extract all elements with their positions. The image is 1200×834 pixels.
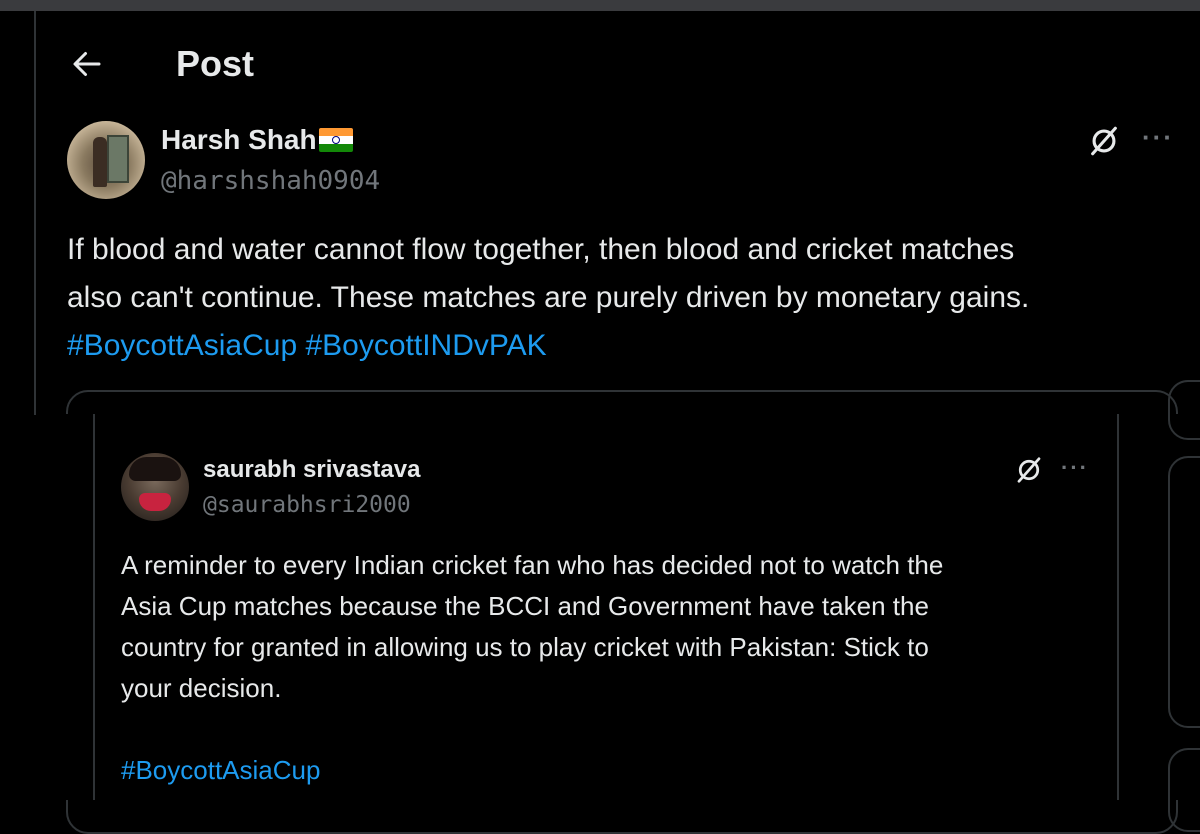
hashtag-link[interactable]: #BoycottAsiaCup — [67, 329, 297, 362]
more-options-icon: ··· — [1061, 455, 1089, 480]
quoted-text-line: your decision. — [121, 673, 282, 703]
avatar-photo-hair — [129, 457, 181, 481]
back-button[interactable] — [66, 43, 108, 85]
post-text-line: also can't continue. These matches are p… — [67, 281, 1030, 314]
avatar-photo-door — [107, 135, 129, 183]
grok-button[interactable] — [1087, 124, 1121, 163]
quoted-post-text: A reminder to every Indian cricket fan w… — [121, 545, 1101, 709]
more-options-icon: ··· — [1142, 122, 1174, 152]
quoted-author-name[interactable]: saurabh srivastava — [203, 456, 420, 484]
quoted-text-line: country for granted in allowing us to pl… — [121, 632, 929, 662]
page-title: Post — [176, 43, 255, 84]
india-flag-icon — [318, 128, 353, 152]
author-handle[interactable]: @harshshah0904 — [161, 166, 380, 196]
side-card — [1168, 748, 1200, 832]
post-text-line: If blood and water cannot flow together,… — [67, 233, 1015, 266]
quoted-grok-button[interactable] — [1014, 455, 1044, 490]
quote-card-border — [93, 414, 95, 800]
window-top-bar — [0, 0, 1200, 11]
more-options-button[interactable]: ··· — [1142, 124, 1174, 150]
quote-card-border — [1117, 414, 1119, 800]
side-card — [1168, 380, 1200, 440]
avatar-photo-mask — [139, 493, 171, 511]
quoted-text-line: Asia Cup matches because the BCCI and Go… — [121, 591, 929, 621]
post-text: If blood and water cannot flow together,… — [67, 226, 1177, 370]
avatar[interactable] — [67, 121, 145, 199]
side-card — [1168, 456, 1200, 728]
hashtag-link[interactable]: #BoycottINDvPAK — [305, 329, 546, 362]
quoted-more-options-button[interactable]: ··· — [1061, 457, 1089, 479]
arrow-left-icon — [73, 52, 101, 76]
post-header: Post — [66, 40, 254, 88]
column-divider — [34, 11, 36, 415]
quoted-author-avatar[interactable] — [121, 453, 189, 521]
grok-icon — [1091, 126, 1117, 156]
grok-icon — [1017, 457, 1041, 483]
quoted-text-line: A reminder to every Indian cricket fan w… — [121, 550, 944, 580]
author-name[interactable]: Harsh Shah — [161, 124, 317, 156]
post-hashtags: #BoycottAsiaCup #BoycottINDvPAK — [67, 322, 1177, 370]
avatar-photo-figure — [93, 137, 107, 187]
quoted-author-handle[interactable]: @saurabhsri2000 — [203, 492, 411, 518]
quoted-hashtag-link[interactable]: #BoycottAsiaCup — [121, 750, 320, 791]
author-name-row: Harsh Shah — [161, 124, 353, 156]
